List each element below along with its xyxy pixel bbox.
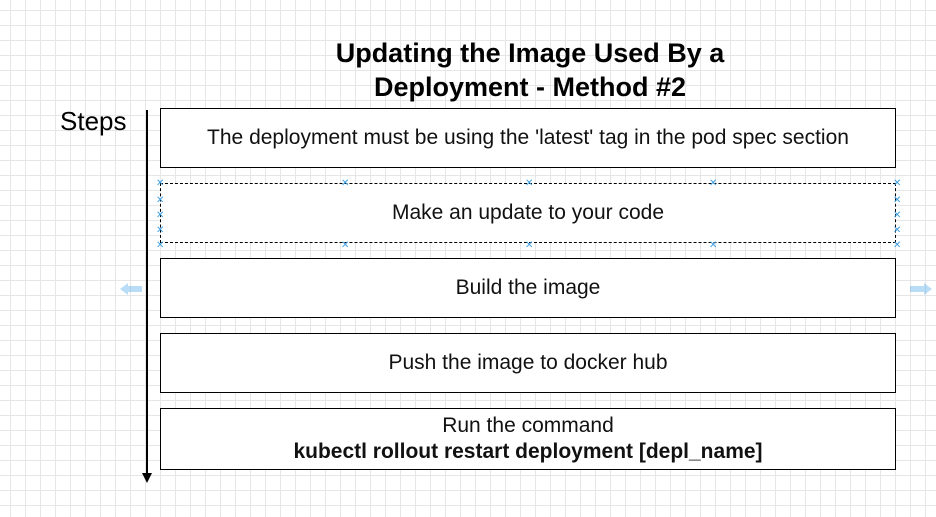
selection-handle-icon[interactable]: ✕ [893, 211, 901, 221]
steps-label: Steps [60, 106, 127, 136]
selection-handle-icon[interactable]: ✕ [893, 179, 901, 189]
step-box-3[interactable]: Build the image [160, 258, 896, 318]
selection-handle-icon[interactable]: ✕ [156, 211, 164, 221]
selection-handle-icon[interactable]: ✕ [709, 179, 717, 189]
selection-handle-icon[interactable]: ✕ [893, 241, 901, 251]
step-5-text: Run the command [442, 414, 614, 437]
step-3-text: Build the image [455, 276, 601, 299]
title-line-2: Deployment - Method #2 [373, 72, 687, 102]
step-box-1[interactable]: The deployment must be using the 'latest… [160, 108, 896, 168]
step-box-5[interactable]: Run the command kubectl rollout restart … [160, 408, 896, 470]
selection-handle-icon[interactable]: ✕ [156, 179, 164, 189]
selection-handle-icon[interactable]: ✕ [341, 241, 349, 251]
title-line-1: Updating the Image Used By a [335, 38, 725, 68]
selection-handle-icon[interactable]: ✕ [709, 241, 717, 251]
step-box-4[interactable]: Push the image to docker hub [160, 333, 896, 393]
selection-handle-icon[interactable]: ✕ [893, 226, 901, 236]
step-box-2[interactable]: Make an update to your code [160, 183, 896, 243]
selection-handle-icon[interactable]: ✕ [341, 179, 349, 189]
steps-arrow-head-icon [142, 473, 152, 483]
selection-handle-icon[interactable]: ✕ [893, 196, 901, 206]
right-arrow-hint-icon[interactable] [908, 282, 934, 296]
step-1-text: The deployment must be using the 'latest… [207, 126, 849, 149]
selection-handle-icon[interactable]: ✕ [525, 179, 533, 189]
selection-handle-icon[interactable]: ✕ [525, 241, 533, 251]
diagram-title: Updating the Image Used By a Deployment … [250, 36, 810, 104]
step-4-text: Push the image to docker hub [388, 351, 668, 374]
selection-handle-icon[interactable]: ✕ [156, 241, 164, 251]
step-5-command: kubectl rollout restart deployment [depl… [293, 440, 763, 463]
step-2-text: Make an update to your code [391, 201, 664, 224]
selection-handle-icon[interactable]: ✕ [156, 196, 164, 206]
selection-handle-icon[interactable]: ✕ [156, 226, 164, 236]
left-arrow-hint-icon[interactable] [118, 282, 144, 296]
steps-arrow-line [146, 110, 148, 474]
